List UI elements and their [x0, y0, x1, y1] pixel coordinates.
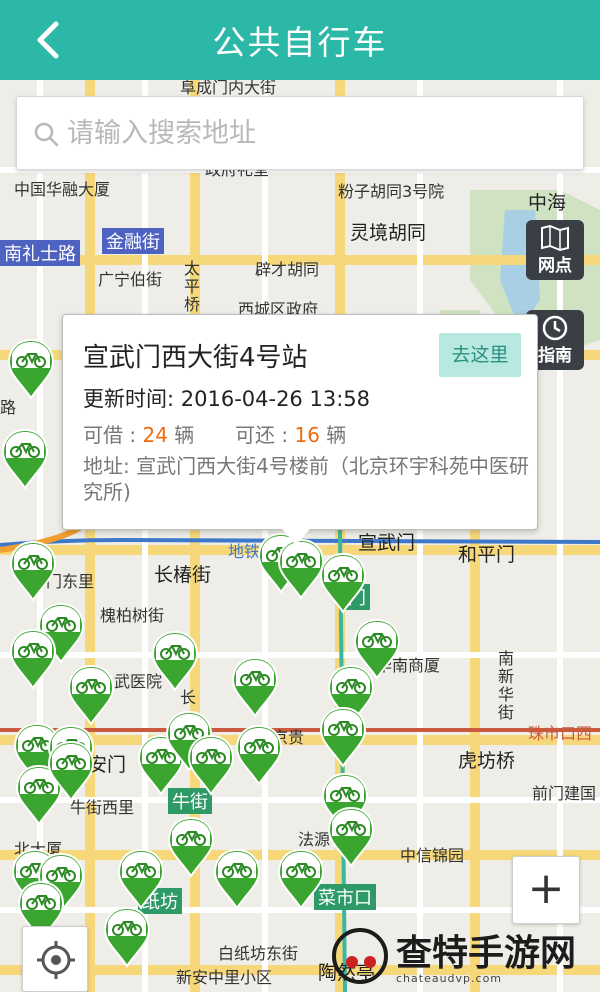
bike-station-pin[interactable]	[6, 338, 56, 400]
map-label: 宣武门	[358, 532, 416, 554]
bike-station-pin[interactable]	[276, 848, 326, 910]
map-label: 长椿街	[154, 564, 212, 586]
borrow-unit: 辆	[174, 423, 195, 447]
page-title: 公共自行车	[212, 23, 388, 62]
bike-station-pin[interactable]	[150, 630, 200, 692]
map-label: 白纸坊东街	[218, 944, 299, 963]
app-header: 公共自行车	[0, 0, 600, 80]
map-label: 太平桥	[181, 260, 200, 314]
update-time: 更新时间: 2016-04-26 13:58	[83, 387, 370, 411]
map-label: 广宁伯街	[98, 270, 163, 289]
bike-station-pin[interactable]	[66, 664, 116, 726]
map-label: 虎坊桥	[458, 750, 516, 772]
bike-station-pin[interactable]	[212, 848, 262, 910]
search-icon	[34, 122, 59, 147]
map-label: 南礼士路	[0, 240, 80, 266]
map-label: 槐柏树街	[100, 606, 165, 625]
station-name: 宣武门西大街4号站	[83, 343, 308, 373]
bike-station-pin[interactable]	[186, 734, 236, 796]
bike-station-pin[interactable]	[8, 540, 58, 602]
locate-icon	[37, 941, 75, 979]
map-label: 珠市口西	[528, 724, 593, 743]
bike-station-pin[interactable]	[166, 816, 216, 878]
watermark-logo-icon	[332, 928, 388, 984]
bike-station-pin[interactable]	[318, 552, 368, 614]
map-label: 和平门	[458, 544, 516, 566]
map-label: 新安中里小区	[176, 968, 273, 987]
borrow-label: 可借 :	[83, 423, 137, 447]
go-here-button[interactable]: 去这里	[439, 333, 521, 377]
map-label: 前门建国	[532, 784, 597, 803]
locate-button[interactable]	[22, 926, 88, 992]
bike-station-pin[interactable]	[234, 724, 284, 786]
bike-station-pin[interactable]	[0, 428, 50, 490]
bike-station-pin[interactable]	[326, 806, 376, 868]
network-points-label: 网点	[538, 256, 572, 276]
map-icon	[541, 224, 569, 252]
search-bar[interactable]	[16, 96, 584, 170]
search-input[interactable]	[67, 109, 567, 157]
map-label: 中海	[528, 192, 567, 214]
clock-icon	[542, 315, 568, 341]
map-label: 粉子胡同3号院	[338, 182, 445, 201]
availability-row: 可借 : 24 辆 可还 : 16 辆	[83, 419, 346, 448]
bike-station-pin[interactable]	[230, 656, 280, 718]
station-address: 地址: 宣武门西大街4号楼前（北京环宇科苑中医研究所)	[83, 454, 529, 504]
station-info-popup: 宣武门西大街4号站 去这里 更新时间: 2016-04-26 13:58 可借 …	[62, 314, 538, 530]
map-label: 辟才胡同	[255, 260, 320, 279]
bike-station-pin[interactable]	[116, 848, 166, 910]
watermark-subtext: chateaudvp.com	[396, 972, 503, 985]
return-label: 可还 :	[235, 423, 289, 447]
popup-pointer	[282, 529, 310, 545]
borrow-count: 24	[142, 423, 168, 447]
return-unit: 辆	[326, 423, 347, 447]
zoom-in-button[interactable]: +	[512, 856, 580, 924]
map-label: 中国华融大厦	[14, 180, 111, 199]
map-label: 灵境胡同	[350, 222, 427, 244]
map-label: 中信锦园	[400, 846, 465, 865]
network-points-button[interactable]: 网点	[526, 220, 584, 280]
return-count: 16	[294, 423, 320, 447]
bike-station-pin[interactable]	[46, 740, 96, 802]
bike-station-pin[interactable]	[102, 906, 152, 968]
watermark-text: 查特手游网	[396, 932, 577, 974]
watermark: 查特手游网 chateaudvp.com	[330, 922, 592, 988]
bike-station-pin[interactable]	[318, 706, 368, 768]
map-label: 南新华街	[495, 650, 514, 722]
bike-station-pin[interactable]	[8, 628, 58, 690]
map-label: 金融街	[102, 228, 164, 254]
